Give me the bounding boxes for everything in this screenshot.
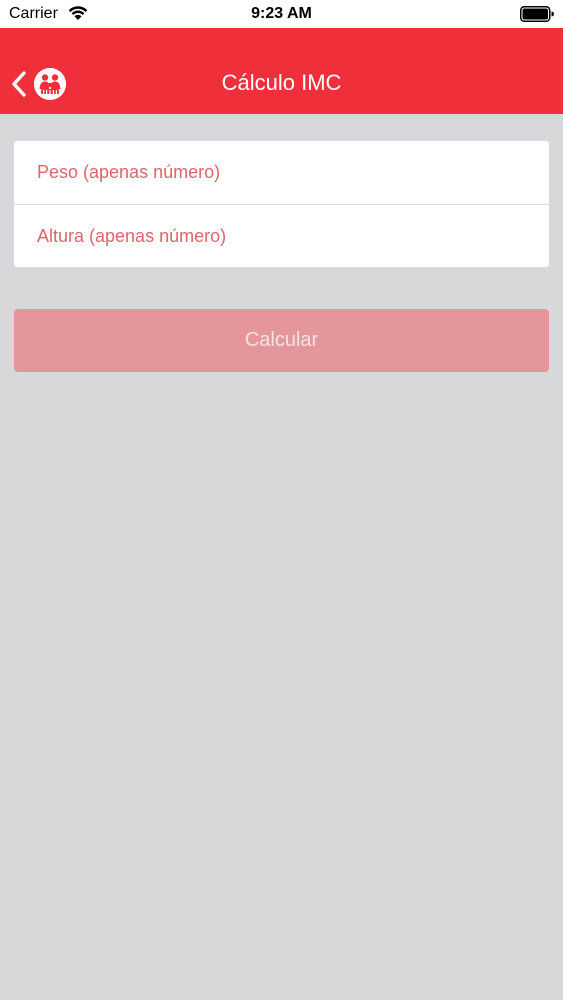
altura-input[interactable] [14, 205, 549, 267]
battery-icon [520, 6, 554, 22]
navigation-bar: Cálculo IMC [0, 28, 563, 114]
calculate-button[interactable]: Calcular [14, 309, 549, 372]
status-bar: Carrier 9:23 AM [0, 0, 563, 28]
page-title: Cálculo IMC [221, 70, 342, 95]
form-card [14, 141, 549, 267]
clock-time: 9:23 AM [251, 5, 312, 22]
peso-input[interactable] [14, 141, 549, 203]
